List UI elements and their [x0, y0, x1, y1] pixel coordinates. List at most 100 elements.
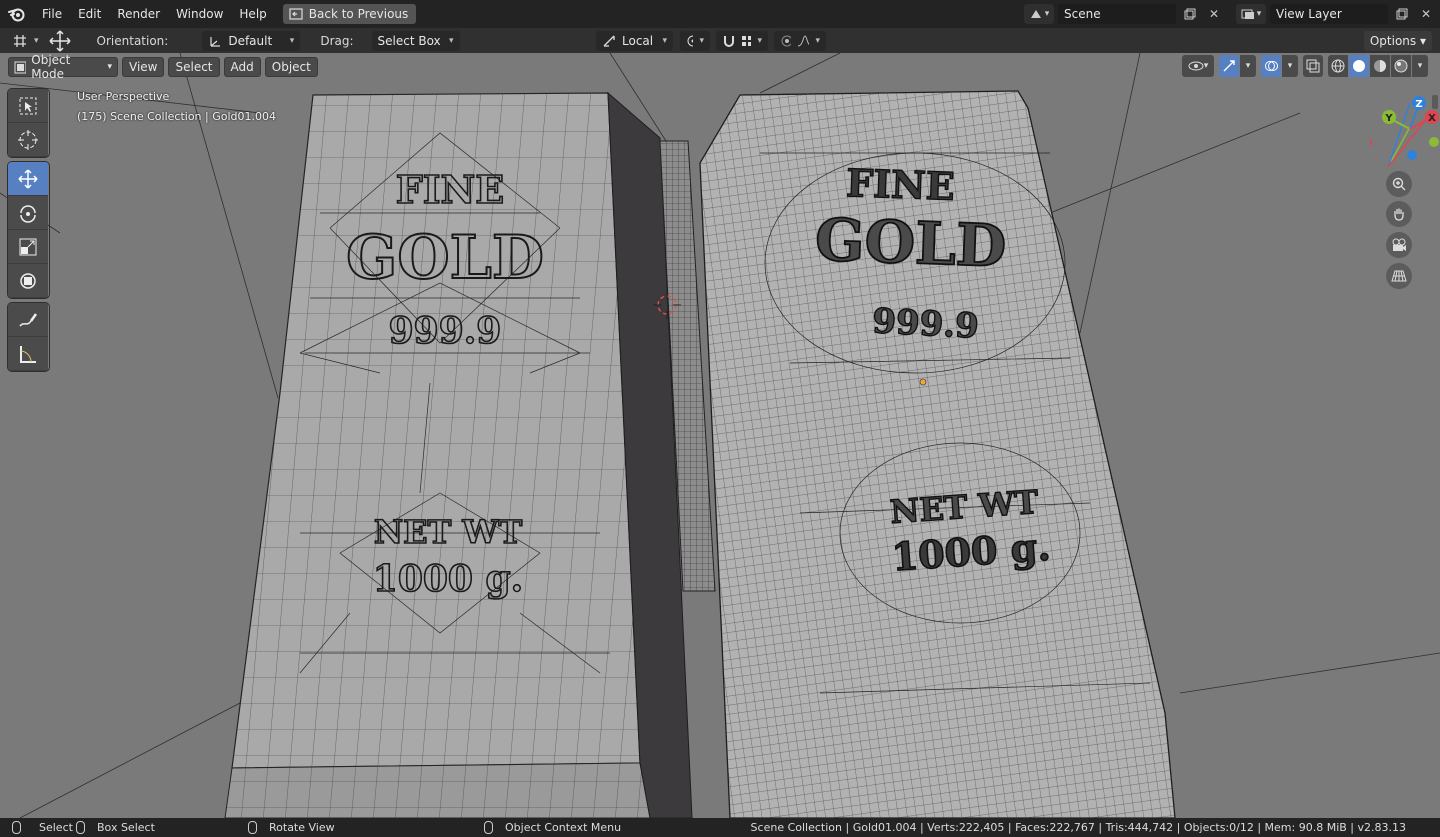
back-to-previous-button[interactable]: Back to Previous [282, 4, 417, 24]
right-gold-bar[interactable]: FINE GOLD 999.9 NET WT 1000 g. [699, 90, 1176, 818]
falloff-curve-icon [797, 34, 810, 46]
pan-hand-icon[interactable] [1386, 201, 1412, 227]
annotate-tool-icon[interactable] [8, 303, 48, 337]
overlays-toggle[interactable] [1261, 55, 1281, 77]
pivot-value: Local [622, 33, 654, 48]
blender-logo-icon[interactable] [0, 0, 34, 28]
viewport-header: Object Mode ▾ View Select Add Object [8, 53, 318, 81]
menu-render[interactable]: Render [109, 0, 168, 28]
viewport-scrollbar[interactable] [1432, 95, 1438, 109]
zoom-icon[interactable] [1386, 171, 1412, 197]
pivot-point-icon [687, 35, 694, 46]
move-tool-icon[interactable] [45, 28, 75, 53]
scene-selector[interactable]: ▾ [1024, 4, 1054, 24]
mouse-middle-icon [248, 821, 257, 834]
menu-window[interactable]: Window [168, 0, 231, 28]
pivot-point-dropdown[interactable]: ▾ [680, 30, 710, 51]
menu-help[interactable]: Help [231, 0, 274, 28]
orientation-dropdown[interactable]: Default ▾ [202, 30, 301, 51]
viewport-menu-select[interactable]: Select [168, 57, 220, 77]
gizmo-toggle[interactable] [1219, 55, 1239, 77]
drag-dropdown[interactable]: Select Box ▾ [371, 30, 460, 51]
left-gold-bar[interactable]: FINE GOLD 999.9 NET WT 1000 g. [224, 91, 693, 818]
right-bar-fine-text: FINE [845, 160, 955, 209]
gizmo-dropdown[interactable]: ▾ [1240, 55, 1256, 77]
snap-grid-icon [741, 35, 752, 46]
object-mode-label: Object Mode [31, 53, 71, 81]
select-box-tool-icon[interactable] [8, 89, 48, 123]
axis-x-label: X [1428, 113, 1436, 124]
status-context-menu-hint: Object Context Menu [484, 818, 621, 837]
camera-view-icon[interactable] [1386, 232, 1412, 258]
top-menu-bar: File Edit Render Window Help Back to Pre… [0, 0, 1440, 28]
left-bar-net-text: NET WT [374, 513, 523, 551]
right-bar-gold-text: GOLD [814, 206, 1007, 281]
material-preview-button[interactable] [1370, 55, 1390, 77]
object-mode-dropdown[interactable]: Object Mode ▾ [8, 53, 118, 81]
xray-toggle[interactable] [1303, 55, 1323, 77]
menu-file[interactable]: File [34, 0, 70, 28]
viewport-menu-view[interactable]: View [122, 57, 165, 77]
orientation-axes-icon [210, 36, 221, 47]
status-context-menu-label: Object Context Menu [505, 821, 622, 834]
editor-type-selector[interactable]: ▾ [6, 30, 45, 51]
wireframe-sphere-icon [1331, 59, 1345, 73]
xray-icon [1306, 59, 1320, 73]
mouse-left-icon [12, 821, 21, 834]
back-screen-icon [289, 8, 303, 20]
scene-icon [1030, 10, 1041, 18]
3d-viewport[interactable]: FINE GOLD 999.9 NET WT 1000 g. FINE GOLD… [0, 53, 1440, 818]
transform-tool-icon[interactable] [8, 264, 48, 298]
rendered-shading-button[interactable] [1391, 55, 1411, 77]
overlays-dropdown[interactable]: ▾ [1282, 55, 1298, 77]
solid-shading-button[interactable] [1349, 55, 1369, 77]
cursor-tool-icon[interactable] [8, 123, 48, 157]
left-bar-gold-text: GOLD [346, 223, 544, 293]
options-label: Options [1369, 34, 1417, 48]
measure-tool-icon[interactable] [8, 337, 48, 371]
snap-magnet-icon [724, 35, 734, 47]
new-view-layer-icon[interactable] [1392, 4, 1412, 24]
rotate-tool-icon[interactable] [8, 196, 48, 230]
perspective-label: User Perspective [77, 90, 170, 103]
new-scene-icon[interactable] [1180, 4, 1200, 24]
view-layer-selector[interactable]: ▾ [1236, 4, 1266, 24]
viewport-menu-add[interactable]: Add [223, 57, 261, 77]
move-tool-shelf-icon[interactable] [8, 162, 48, 196]
wireframe-shading-button[interactable] [1328, 55, 1348, 77]
axis-y-label: Y [1384, 113, 1393, 124]
axis-z-label: Z [1415, 99, 1422, 110]
viewport-menu-object[interactable]: Object [264, 57, 318, 77]
left-bar-fine-text: FINE [396, 167, 504, 212]
delete-view-layer-icon[interactable]: ✕ [1416, 4, 1436, 24]
toolshelf [8, 89, 49, 376]
axis-gizmo-icon[interactable]: Y Z X [1370, 91, 1440, 171]
scene-name-field[interactable]: Scene [1058, 4, 1176, 24]
proportional-editing-controls[interactable]: ▾ [774, 30, 826, 51]
scene-controls: ▾ Scene ✕ ▾ View Layer ✕ [1024, 0, 1440, 28]
navigation-gizmo[interactable]: Y Z X [1370, 91, 1440, 331]
delete-scene-icon[interactable]: ✕ [1204, 4, 1224, 24]
object-origin-dot [919, 378, 927, 386]
left-bar-weight-text: 1000 g. [373, 558, 523, 600]
orientation-label: Orientation: [96, 33, 169, 48]
right-bar-purity-text: 999.9 [871, 301, 979, 347]
transform-pivot-dropdown[interactable]: Local ▾ [596, 30, 673, 51]
mouse-drag-icon [76, 821, 85, 834]
view-layer-name-field[interactable]: View Layer [1270, 4, 1388, 24]
view-layer-icon [1241, 9, 1254, 19]
status-select-label: Select [39, 821, 73, 834]
solid-sphere-icon [1353, 60, 1365, 72]
eye-icon [1188, 61, 1204, 71]
object-visibility-dropdown[interactable]: ▾ [1182, 55, 1214, 77]
shading-dropdown[interactable]: ▾ [1412, 55, 1428, 77]
status-box-select-label: Box Select [97, 821, 155, 834]
menu-edit[interactable]: Edit [70, 0, 109, 28]
status-rotate-hint: Rotate View [248, 818, 335, 837]
status-rotate-label: Rotate View [269, 821, 335, 834]
options-dropdown[interactable]: Options ▾ [1363, 31, 1432, 51]
scale-tool-icon[interactable] [8, 230, 48, 264]
perspective-toggle-icon[interactable] [1386, 263, 1412, 289]
editor-type-icon [14, 34, 26, 47]
snap-controls[interactable]: ▾ [716, 30, 768, 51]
